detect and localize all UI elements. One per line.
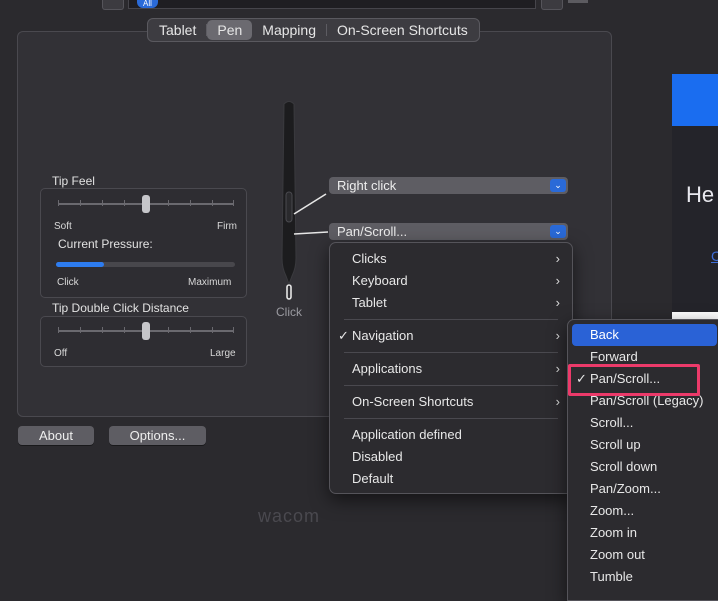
current-pressure-label: Current Pressure: bbox=[58, 237, 153, 251]
slider-tick bbox=[190, 200, 191, 206]
slider-tick bbox=[124, 327, 125, 333]
menu-item-tablet[interactable]: Tablet › bbox=[334, 292, 568, 314]
tab-pen[interactable]: Pen bbox=[207, 20, 253, 40]
tab-tablet[interactable]: Tablet bbox=[149, 20, 206, 40]
submenu-item-scroll[interactable]: Scroll... bbox=[572, 412, 717, 434]
menu-separator bbox=[344, 385, 558, 386]
options-button[interactable]: Options... bbox=[109, 426, 206, 445]
menu-item-navigation[interactable]: ✓ Navigation › bbox=[334, 325, 568, 347]
submenu-item-tumble[interactable]: Tumble bbox=[572, 566, 717, 588]
toolbar-button-right-2[interactable] bbox=[568, 0, 588, 3]
submenu-item-back[interactable]: Back bbox=[572, 324, 717, 346]
slider-tick bbox=[168, 200, 169, 206]
chevron-right-icon: › bbox=[555, 273, 560, 288]
lower-button-popup[interactable]: Pan/Scroll... ⌄ bbox=[329, 223, 568, 240]
slider-tick bbox=[212, 200, 213, 206]
slider-tick bbox=[102, 327, 103, 333]
menu-item-label: Tablet bbox=[352, 295, 387, 310]
slider-tick bbox=[80, 327, 81, 333]
chevron-down-icon: ⌄ bbox=[550, 225, 566, 238]
submenu-item-pan-zoom[interactable]: Pan/Zoom... bbox=[572, 478, 717, 500]
submenu-item-zoom-in[interactable]: Zoom in bbox=[572, 522, 717, 544]
menu-item-label: Applications bbox=[352, 361, 423, 376]
menu-item-label: On-Screen Shortcuts bbox=[352, 394, 474, 409]
toolbar-button-left[interactable] bbox=[102, 0, 124, 10]
chevron-right-icon: › bbox=[555, 251, 560, 266]
lower-button-value: Pan/Scroll... bbox=[337, 224, 408, 239]
chevron-right-icon: › bbox=[555, 394, 560, 409]
pen-illustration-icon bbox=[281, 101, 329, 300]
pressure-min-label: Click bbox=[57, 277, 79, 288]
application-list[interactable] bbox=[128, 0, 536, 9]
menu-separator bbox=[344, 319, 558, 320]
menu-item-application-defined[interactable]: Application defined bbox=[334, 424, 568, 446]
menu-item-disabled[interactable]: Disabled bbox=[334, 446, 568, 468]
menu-separator bbox=[344, 352, 558, 353]
pressure-max-label: Maximum bbox=[188, 277, 232, 288]
menu-item-label: Disabled bbox=[352, 449, 403, 464]
submenu-item-scroll-down[interactable]: Scroll down bbox=[572, 456, 717, 478]
tab-mapping[interactable]: Mapping bbox=[252, 20, 326, 40]
tip-feel-min-label: Soft bbox=[54, 221, 72, 232]
settings-tabs: Tablet Pen Mapping On-Screen Shortcuts bbox=[147, 18, 480, 42]
double-click-min-label: Off bbox=[54, 348, 68, 359]
upper-button-value: Right click bbox=[337, 178, 397, 193]
submenu-item-zoom[interactable]: Zoom... bbox=[572, 500, 717, 522]
about-button[interactable]: About bbox=[18, 426, 94, 445]
slider-tick bbox=[102, 200, 103, 206]
menu-separator bbox=[344, 418, 558, 419]
background-window-panel bbox=[672, 126, 718, 312]
slider-tick bbox=[233, 327, 234, 333]
function-menu: Clicks › Keyboard › Tablet › ✓ Navigation › A… bbox=[329, 242, 573, 494]
menu-item-label: Keyboard bbox=[352, 273, 408, 288]
slider-tick bbox=[80, 200, 81, 206]
menu-item-label: Clicks bbox=[352, 251, 387, 266]
double-click-slider-knob[interactable] bbox=[142, 322, 150, 340]
double-click-title: Tip Double Click Distance bbox=[52, 301, 189, 315]
navigation-submenu: Back Forward ✓ Pan/Scroll... Pan/Scroll (… bbox=[567, 319, 718, 601]
chevron-right-icon: › bbox=[555, 295, 560, 310]
all-apps-chip[interactable]: All bbox=[137, 0, 158, 8]
background-window-header bbox=[672, 74, 718, 126]
slider-tick bbox=[124, 200, 125, 206]
menu-item-label: Navigation bbox=[352, 328, 414, 343]
tip-feel-slider-knob[interactable] bbox=[142, 195, 150, 213]
tip-feel-max-label: Firm bbox=[217, 221, 237, 232]
menu-item-label: Default bbox=[352, 471, 394, 486]
menu-item-on-screen-shortcuts[interactable]: On-Screen Shortcuts › bbox=[334, 391, 568, 413]
submenu-item-scroll-up[interactable]: Scroll up bbox=[572, 434, 717, 456]
slider-tick bbox=[233, 200, 234, 206]
tab-on-screen-shortcuts[interactable]: On-Screen Shortcuts bbox=[327, 20, 478, 40]
chevron-right-icon: › bbox=[555, 361, 560, 376]
menu-item-default[interactable]: Default bbox=[334, 468, 568, 490]
slider-tick bbox=[58, 327, 59, 333]
slider-tick bbox=[212, 327, 213, 333]
upper-button-popup[interactable]: Right click ⌄ bbox=[329, 177, 568, 194]
annotation-highlight-box bbox=[568, 364, 700, 396]
menu-item-applications[interactable]: Applications › bbox=[334, 358, 568, 380]
background-window-link[interactable]: C bbox=[711, 248, 718, 264]
pressure-meter-fill bbox=[56, 262, 104, 267]
slider-tick bbox=[58, 200, 59, 206]
tip-feel-title: Tip Feel bbox=[52, 174, 95, 188]
slider-tick bbox=[190, 327, 191, 333]
menu-item-keyboard[interactable]: Keyboard › bbox=[334, 270, 568, 292]
pen-tip-label: Click bbox=[276, 305, 302, 319]
chevron-down-icon: ⌄ bbox=[550, 179, 566, 192]
checkmark-icon: ✓ bbox=[338, 328, 349, 343]
double-click-max-label: Large bbox=[210, 348, 236, 359]
background-window-heading: He bbox=[686, 182, 715, 207]
wacom-logo: wacom bbox=[258, 506, 321, 526]
chevron-right-icon: › bbox=[555, 328, 560, 343]
submenu-item-zoom-out[interactable]: Zoom out bbox=[572, 544, 717, 566]
toolbar-button-right[interactable] bbox=[541, 0, 563, 10]
slider-tick bbox=[168, 327, 169, 333]
menu-item-clicks[interactable]: Clicks › bbox=[334, 248, 568, 270]
menu-item-label: Application defined bbox=[352, 427, 462, 442]
